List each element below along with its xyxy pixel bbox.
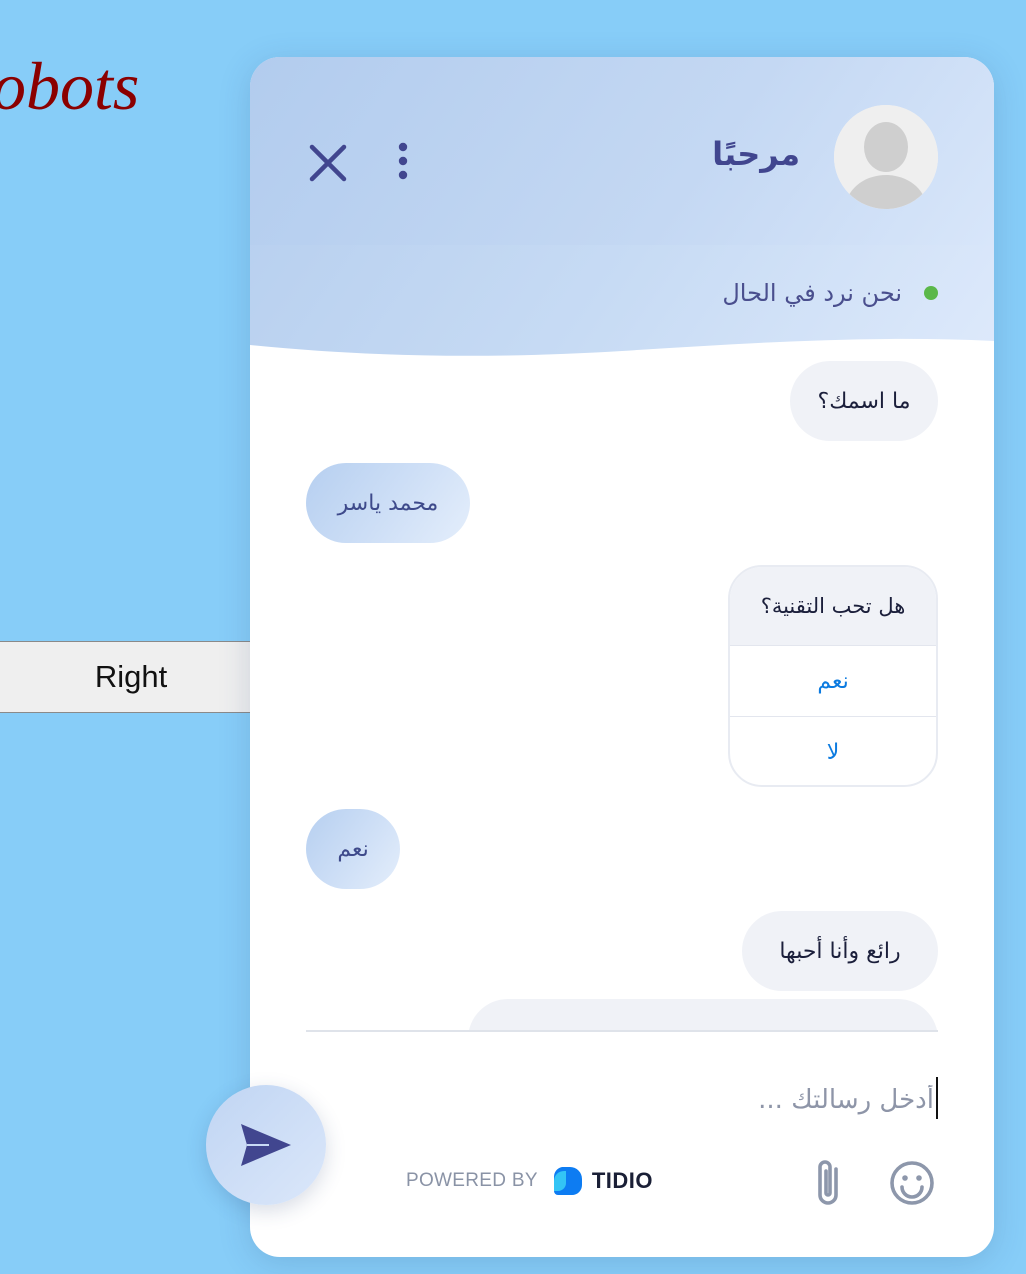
right-button[interactable]: Right — [0, 641, 262, 713]
chat-widget: مرحبًا نحن نرد في الحال ما اسمك؟ محمد يا… — [250, 57, 994, 1257]
message-input[interactable] — [306, 1075, 938, 1125]
tidio-logo: TIDIO — [552, 1165, 653, 1197]
quick-reply-option-no[interactable]: لا — [730, 716, 936, 785]
tidio-logo-icon — [553, 1167, 582, 1195]
chat-header: مرحبًا نحن نرد في الحال — [250, 57, 994, 357]
default-user-avatar-icon — [834, 105, 938, 209]
page-heading-fragment: obots — [0, 48, 140, 124]
online-status-dot — [924, 286, 938, 300]
smiley-icon — [890, 1161, 934, 1205]
bot-message: ما اسمك؟ — [790, 361, 938, 441]
powered-by[interactable]: POWERED BY TIDIO — [406, 1165, 653, 1197]
avatar — [834, 105, 938, 209]
quick-reply-option-yes[interactable]: نعم — [730, 645, 936, 716]
message-input-area — [306, 1075, 938, 1125]
bot-message: رائع وأنا أحبها — [742, 911, 938, 991]
text-caret — [936, 1077, 938, 1119]
send-button[interactable] — [206, 1085, 326, 1205]
user-message: محمد ياسر — [306, 463, 470, 543]
kebab-menu-icon — [398, 142, 408, 180]
powered-by-label: POWERED BY — [406, 1170, 538, 1191]
input-divider — [306, 1030, 938, 1032]
quick-reply-question: هل تحب التقنية؟ — [730, 567, 936, 645]
quick-reply-card: هل تحب التقنية؟ نعم لا — [728, 565, 938, 787]
close-icon — [309, 144, 347, 182]
status-text: نحن نرد في الحال — [722, 279, 902, 307]
paperclip-icon — [818, 1160, 838, 1205]
chat-title: مرحبًا — [712, 135, 800, 173]
bot-message-partial — [468, 999, 938, 1031]
menu-button[interactable] — [390, 141, 416, 181]
close-button[interactable] — [308, 143, 348, 183]
status-line: نحن نرد في الحال — [722, 279, 938, 307]
attach-button[interactable] — [810, 1157, 846, 1211]
message-list: ما اسمك؟ محمد ياسر هل تحب التقنية؟ نعم ل… — [250, 357, 994, 1031]
emoji-button[interactable] — [888, 1159, 936, 1207]
tidio-brand: TIDIO — [591, 1168, 653, 1193]
user-message: نعم — [306, 809, 400, 889]
send-icon — [241, 1124, 291, 1166]
